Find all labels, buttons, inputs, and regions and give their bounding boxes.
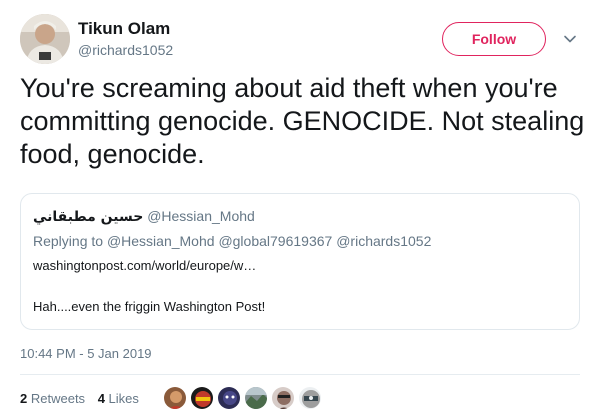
replying-to-mention[interactable]: @global79619367 [218,233,332,249]
tweet-timestamp[interactable]: 10:44 PM - 5 Jan 2019 [20,346,152,362]
replying-to-prefix: Replying to [33,233,104,249]
author-names: Tikun Olam @richards1052 [78,19,173,60]
tweet-text: You're screaming about aid theft when yo… [20,73,585,169]
liker-avatar-icon[interactable] [298,386,322,410]
liker-avatar-icon[interactable] [217,386,241,410]
tweet-card: Tikun Olam @richards1052 Follow You're s… [0,0,603,419]
tweet-header: Tikun Olam @richards1052 Follow [20,10,583,66]
replying-to-mention[interactable]: @richards1052 [336,233,431,249]
likes-count: 4 [97,391,105,406]
likers-avatars [163,386,325,410]
follow-button[interactable]: Follow [442,22,546,56]
quoted-text: Hah....even the friggin Washington Post! [33,299,266,314]
quoted-author-handle: @Hessian_Mohd [147,208,255,224]
liker-avatar-icon[interactable] [190,386,214,410]
replying-to-mention[interactable]: @Hessian_Mohd [107,233,215,249]
retweets-count: 2 [20,391,28,406]
quoted-author-name: حسين مطبقاني [33,209,144,225]
quoted-link[interactable]: washingtonpost.com/world/europe/w… [33,257,256,274]
quoted-tweet[interactable]: حسين مطبقاني @Hessian_Mohd Replying to @… [20,193,580,330]
retweets-label: Retweets [30,391,86,406]
quoted-author-line: حسين مطبقاني @Hessian_Mohd [33,207,255,226]
liker-avatar-icon[interactable] [271,386,295,410]
replying-to-line: Replying to @Hessian_Mohd @global7961936… [33,232,431,250]
liker-avatar-icon[interactable] [163,386,187,410]
likes-stat[interactable]: 4 Likes [98,391,139,406]
likes-label: Likes [108,391,139,406]
liker-avatar-icon[interactable] [244,386,268,410]
chevron-down-icon[interactable] [563,32,577,46]
tweet-stats: 2 Retweets 4 Likes [20,390,139,407]
author-avatar-icon[interactable] [20,14,70,64]
divider [20,374,580,375]
author-handle[interactable]: @richards1052 [78,41,173,60]
author-display-name[interactable]: Tikun Olam [78,19,173,39]
retweets-stat[interactable]: 2 Retweets [20,391,85,406]
